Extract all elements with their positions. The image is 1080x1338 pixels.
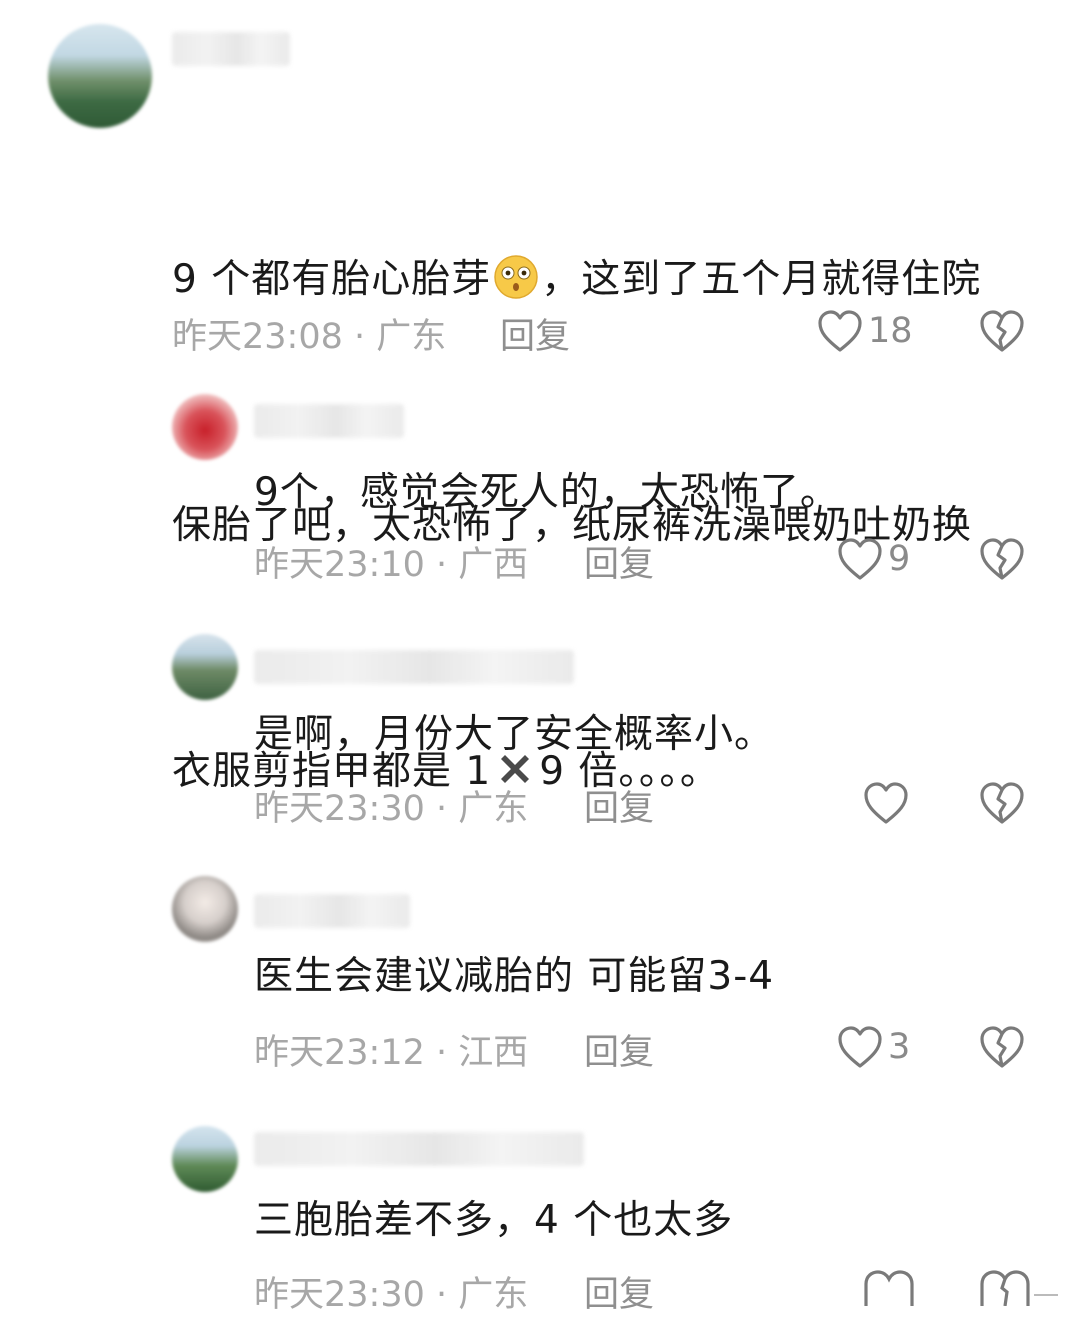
reply-button[interactable]: 回复 xyxy=(584,536,654,587)
comment-time-location: 昨天23:30 · 广东 xyxy=(254,1275,529,1315)
comment-text: 医生会建议减胎的 可能留3-4 xyxy=(254,954,775,999)
reply-button[interactable]: 回复 xyxy=(584,1266,654,1317)
like-button[interactable]: 18 xyxy=(816,306,913,356)
heart-icon xyxy=(838,538,882,580)
like-count: 9 xyxy=(888,539,911,579)
comment-time-location: 昨天23:10 · 广西 xyxy=(254,545,529,585)
username[interactable] xyxy=(254,894,410,928)
avatar[interactable] xyxy=(172,876,238,942)
reply-button[interactable]: 回复 xyxy=(584,1024,654,1075)
comment-text: 三胞胎差不多，4 个也太多 xyxy=(254,1198,734,1243)
dislike-broken-heart-icon[interactable] xyxy=(978,1024,1026,1070)
username[interactable] xyxy=(254,404,404,438)
like-button[interactable]: 3 xyxy=(836,1022,910,1072)
username[interactable] xyxy=(254,1132,584,1166)
comment-time-location: 昨天23:30 · 广东 xyxy=(254,789,529,829)
comment-text: 是啊，月份大了安全概率小。 xyxy=(254,712,775,757)
like-count: 3 xyxy=(888,1027,911,1067)
heart-icon xyxy=(864,782,908,824)
like-button[interactable]: 9 xyxy=(836,534,910,584)
avatar[interactable] xyxy=(172,394,238,460)
comment-time-location: 昨天23:12 · 江西 xyxy=(254,1033,529,1073)
dislike-broken-heart-icon[interactable] xyxy=(978,780,1026,826)
dislike-broken-heart-icon[interactable] xyxy=(978,536,1026,582)
scroll-indicator xyxy=(1034,1294,1058,1296)
avatar[interactable] xyxy=(48,24,152,128)
comment-time-location: 昨天23:08 · 广东 xyxy=(172,317,447,357)
username[interactable] xyxy=(172,32,290,66)
avatar[interactable] xyxy=(172,634,238,700)
heart-icon xyxy=(818,310,862,352)
dislike-icon-partial[interactable] xyxy=(978,1270,1032,1306)
reply-comment-item: 9个，感觉会死人的，太恐怖了。 昨天23:10 · 广西 回复 9 xyxy=(0,380,1080,610)
reply-button[interactable]: 回复 xyxy=(584,780,654,831)
like-button[interactable] xyxy=(862,778,910,828)
dislike-broken-heart-icon[interactable] xyxy=(978,308,1026,354)
username[interactable] xyxy=(254,650,574,684)
reply-button[interactable]: 回复 xyxy=(500,308,570,359)
avatar[interactable] xyxy=(172,1126,238,1192)
comment-text: 9个，感觉会死人的，太恐怖了。 xyxy=(254,470,840,515)
like-count: 18 xyxy=(868,311,913,351)
flushed-face-emoji xyxy=(494,255,538,299)
heart-icon xyxy=(838,1026,882,1068)
comment-item: 9 个都有胎心胎芽 ，这到了五个月就得住院 保胎了吧，太恐怖了，纸尿裤洗澡喂奶吐… xyxy=(0,0,1080,794)
like-icon-partial[interactable] xyxy=(862,1270,916,1306)
